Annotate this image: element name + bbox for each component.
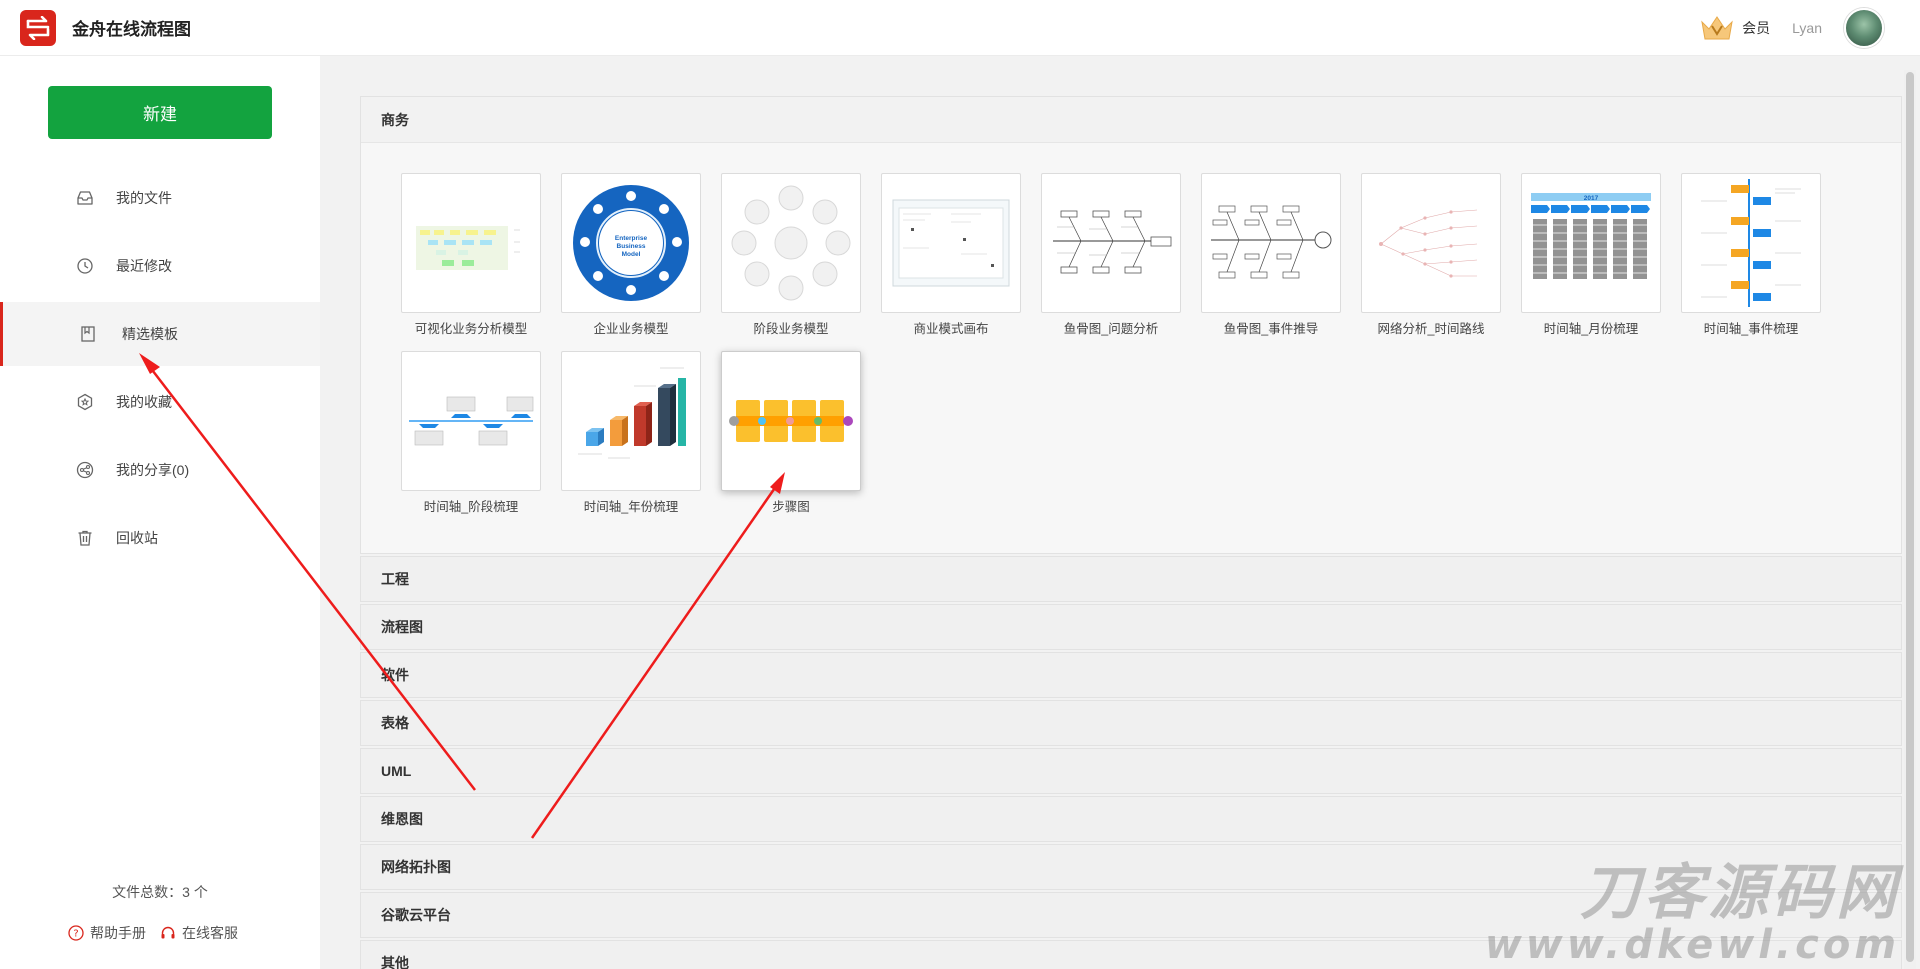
template-panel: 商务 可视化业务分析模型 Enterprise Business Model 企… [360,96,1902,969]
header-user-area: 会员 Lyan [1700,0,1884,56]
template-grid: 可视化业务分析模型 Enterprise Business Model 企业业务… [401,173,1901,523]
section-flowchart: 流程图 [360,604,1902,650]
scrollbar[interactable] [1904,70,1916,969]
section-header[interactable]: 工程 [361,557,1901,601]
template-name: 可视化业务分析模型 [414,322,528,336]
template-card[interactable]: 时间轴_事件梳理 [1681,173,1821,345]
clock-icon [76,257,94,275]
sidebar-footer: ? 帮助手册 在线客服 [68,923,252,943]
template-thumbnail [1361,173,1501,313]
new-button[interactable]: 新建 [48,86,272,139]
template-name: 时间轴_年份梳理 [583,500,679,514]
template-card[interactable]: 鱼骨图_事件推导 [1201,173,1341,345]
avatar[interactable] [1844,8,1884,48]
app-title: 金舟在线流程图 [72,20,191,39]
section-business: 商务 可视化业务分析模型 Enterprise Business Model 企… [360,96,1902,554]
headset-icon [161,926,175,939]
template-name: 时间轴_月份梳理 [1543,322,1639,336]
section-google-cloud: 谷歌云平台 [360,892,1902,938]
template-card[interactable]: 阶段业务模型 [721,173,861,345]
bookmark-icon [79,325,97,343]
section-header[interactable]: 维恩图 [361,797,1901,841]
help-link[interactable]: ? 帮助手册 [68,923,146,943]
svg-text:Model: Model [622,251,641,258]
template-name: 时间轴_阶段梳理 [423,500,519,514]
trash-icon [76,529,94,547]
top-header: 金舟在线流程图 会员 Lyan [0,0,1920,56]
template-thumbnail [721,173,861,313]
template-card[interactable]: 网络分析_时间路线 [1361,173,1501,345]
sidebar-item-recent[interactable]: 最近修改 [0,234,320,298]
template-grid-area: 可视化业务分析模型 Enterprise Business Model 企业业务… [361,143,1901,553]
help-icon: ? [68,925,84,941]
template-name: 时间轴_事件梳理 [1703,322,1799,336]
section-software: 软件 [360,652,1902,698]
sidebar-nav: 我的文件 最近修改 精选模板 我的收藏 我的分享(0) 回收站 [0,166,320,574]
section-header[interactable]: 商务 [361,97,1901,143]
section-header[interactable]: 表格 [361,701,1901,745]
section-uml: UML [360,748,1902,794]
template-thumbnail [401,351,541,491]
template-name: 步骤图 [772,500,810,514]
username[interactable]: Lyan [1792,20,1822,36]
section-header[interactable]: 其他 [361,941,1901,969]
template-name: 鱼骨图_事件推导 [1223,322,1319,336]
section-other: 其他 [360,940,1902,969]
svg-text:?: ? [73,929,78,940]
template-name: 网络分析_时间路线 [1377,322,1485,336]
template-name: 商业模式画布 [913,322,989,336]
section-header[interactable]: UML [361,749,1901,793]
template-thumbnail: 2017 [1521,173,1661,313]
template-thumbnail [1041,173,1181,313]
section-network-topology: 网络拓扑图 [360,844,1902,890]
template-thumbnail [561,351,701,491]
template-thumbnail [401,173,541,313]
template-thumbnail [1201,173,1341,313]
template-name: 鱼骨图_问题分析 [1063,322,1159,336]
template-card[interactable]: 时间轴_年份梳理 [561,351,701,523]
template-name: 阶段业务模型 [753,322,829,336]
template-card[interactable]: 步骤图 [721,351,861,523]
vip-crown-icon[interactable] [1700,14,1734,42]
template-card[interactable]: 商业模式画布 [881,173,1021,345]
sidebar-item-trash[interactable]: 回收站 [0,506,320,570]
template-thumbnail [721,351,861,491]
star-hexagon-icon [76,393,94,411]
section-venn: 维恩图 [360,796,1902,842]
template-card[interactable]: 2017 时间轴_月份梳理 [1521,173,1661,345]
vip-label[interactable]: 会员 [1742,18,1770,38]
template-card[interactable]: 时间轴_阶段梳理 [401,351,541,523]
template-name: 企业业务模型 [593,322,669,336]
template-card[interactable]: 可视化业务分析模型 [401,173,541,345]
sidebar-item-templates[interactable]: 精选模板 [0,302,320,366]
svg-text:Business: Business [617,243,646,250]
sidebar-item-favorites[interactable]: 我的收藏 [0,370,320,434]
section-table: 表格 [360,700,1902,746]
svg-text:Enterprise: Enterprise [615,235,648,242]
template-thumbnail [881,173,1021,313]
sidebar: 新建 我的文件 最近修改 精选模板 我的收藏 我的分享(0) 回收站 文件总数：… [0,56,320,969]
section-header[interactable]: 软件 [361,653,1901,697]
section-header[interactable]: 网络拓扑图 [361,845,1901,889]
sidebar-item-shares[interactable]: 我的分享(0) [0,438,320,502]
online-service-link[interactable]: 在线客服 [160,923,238,943]
timeline-year-label: 2017 [1584,195,1599,202]
app-logo-icon[interactable] [20,9,56,46]
inbox-icon [76,189,94,207]
template-card[interactable]: Enterprise Business Model 企业业务模型 [561,173,701,345]
template-thumbnail: Enterprise Business Model [561,173,701,313]
template-thumbnail [1681,173,1821,313]
file-count: 文件总数：3 个 [112,884,208,900]
share-icon [76,461,94,479]
section-header[interactable]: 流程图 [361,605,1901,649]
template-card[interactable]: 鱼骨图_问题分析 [1041,173,1181,345]
section-engineering: 工程 [360,556,1902,602]
sidebar-item-my-files[interactable]: 我的文件 [0,166,320,230]
section-header[interactable]: 谷歌云平台 [361,893,1901,937]
scrollbar-thumb[interactable] [1906,72,1914,962]
